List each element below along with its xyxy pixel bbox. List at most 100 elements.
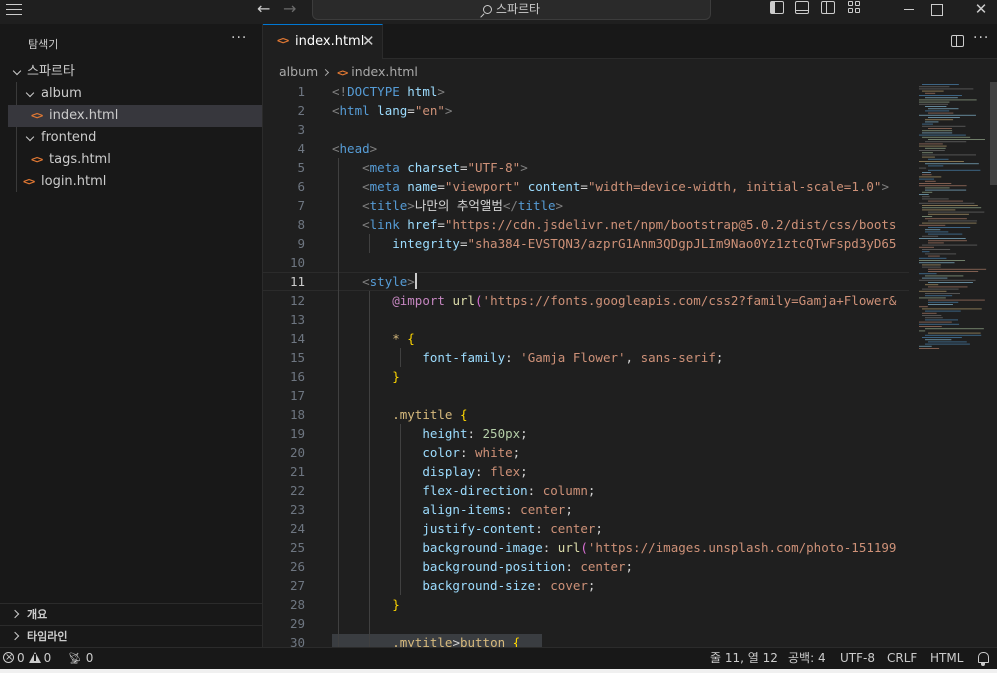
- tab-index-html[interactable]: <> index.html ✕: [263, 24, 383, 59]
- minimap-line: [922, 312, 937, 314]
- language-mode[interactable]: HTML: [930, 648, 963, 669]
- breadcrumb-file[interactable]: index.html: [351, 64, 418, 79]
- minimap-line: [922, 130, 953, 132]
- minimap-line: [919, 161, 964, 162]
- tree-label: tags.html: [49, 152, 111, 167]
- breadcrumb-folder[interactable]: album: [279, 64, 318, 79]
- breadcrumb: album <> index.html: [279, 63, 418, 81]
- tree-folder-root[interactable]: 스파르타: [0, 61, 262, 83]
- tab-label: index.html: [295, 34, 365, 49]
- arrow-left-icon[interactable]: ←: [257, 0, 270, 18]
- minimap-line: [919, 306, 928, 308]
- minimap-line: [928, 117, 960, 118]
- explorer-sidebar: 탐색기 ··· 스파르타 album <> index.html fronten…: [0, 24, 263, 647]
- tree-file-login-html[interactable]: <> login.html: [0, 171, 262, 193]
- minimap-line: [925, 180, 936, 182]
- minimap-line: [925, 328, 984, 330]
- vertical-scrollbar[interactable]: [990, 82, 997, 185]
- cursor-position[interactable]: 줄 11, 열 12: [710, 648, 778, 669]
- arrow-right-icon[interactable]: →: [283, 0, 296, 18]
- line-number: 6: [297, 179, 305, 194]
- toggle-panel-icon[interactable]: [795, 1, 809, 14]
- minimap-line: [925, 110, 950, 112]
- error-count: 0: [17, 651, 25, 665]
- line-number: 23: [289, 502, 305, 517]
- minimap-line: [928, 227, 971, 228]
- outline-section-header[interactable]: 개요: [0, 603, 262, 625]
- minimap-line: [922, 277, 948, 279]
- minimap-line: [919, 345, 932, 347]
- minimap[interactable]: [909, 82, 997, 647]
- minimap-line: [925, 231, 949, 233]
- line-number: 13: [289, 312, 305, 327]
- code-line: <meta name="viewport" content="width=dev…: [362, 179, 889, 194]
- tree-label: frontend: [41, 130, 97, 145]
- code-line: <style>: [362, 273, 417, 289]
- maximize-button[interactable]: [913, 0, 959, 20]
- code-line: }: [392, 369, 400, 384]
- notifications-bell-icon[interactable]: [978, 652, 989, 666]
- tree-file-index-html[interactable]: <> index.html: [8, 105, 262, 127]
- minimap-line: [922, 251, 930, 253]
- problems-indicator[interactable]: 00: [3, 647, 52, 669]
- sidebar-title: 탐색기: [28, 38, 59, 51]
- minimap-line: [922, 266, 941, 268]
- minimap-line: [919, 348, 940, 349]
- warning-icon: [28, 652, 41, 663]
- toggle-primary-sidebar-icon[interactable]: [770, 1, 784, 14]
- line-ending[interactable]: CRLF: [887, 648, 917, 669]
- minimap-line: [922, 315, 942, 316]
- search-icon: [482, 5, 492, 14]
- minimap-line: [925, 253, 957, 255]
- minimap-line: [919, 178, 935, 180]
- line-number: 17: [289, 388, 305, 403]
- minimap-line: [928, 220, 978, 222]
- html-file-icon: <>: [337, 68, 348, 79]
- tree-file-tags-html[interactable]: <> tags.html: [0, 149, 262, 171]
- toggle-secondary-sidebar-icon[interactable]: [821, 1, 835, 14]
- tree-folder-frontend[interactable]: frontend: [0, 127, 262, 149]
- code-line: height: 250px;: [422, 426, 528, 441]
- code-line: }: [392, 597, 400, 612]
- line-number: 5: [297, 160, 305, 175]
- split-editor-icon[interactable]: [951, 35, 964, 47]
- minimap-line: [922, 152, 933, 154]
- html-file-icon: <>: [31, 153, 43, 166]
- minimap-line: [919, 202, 975, 204]
- minimap-line: [928, 282, 973, 283]
- minimap-line: [919, 238, 966, 239]
- minimap-line: [925, 92, 936, 94]
- close-window-button[interactable]: ✕: [958, 0, 997, 20]
- minimap-line: [922, 154, 976, 156]
- minimap-line: [925, 119, 954, 121]
- code-editor[interactable]: 1 2 3 4 5 6 7 8 9 10 11 12 13 14 15 16 17 18 19 20 21 22 23 24 2…: [263, 82, 909, 647]
- minimap-line: [928, 271, 979, 272]
- customize-layout-icon[interactable]: [848, 1, 862, 14]
- encoding[interactable]: UTF-8: [840, 648, 875, 669]
- timeline-section-header[interactable]: 타임라인: [0, 625, 262, 647]
- minimap-line: [919, 101, 950, 103]
- line-number: 22: [289, 483, 305, 498]
- minimap-line: [919, 99, 977, 101]
- more-actions-icon[interactable]: ···: [973, 30, 989, 46]
- minimap-line: [925, 189, 967, 191]
- code-line: color: white;: [422, 445, 521, 460]
- command-center-search[interactable]: 스파르타: [312, 0, 711, 20]
- minimap-line: [922, 308, 982, 310]
- minimap-line: [919, 95, 962, 96]
- tree-folder-album[interactable]: album: [0, 83, 262, 105]
- ports-indicator[interactable]: 📡︎ 0: [68, 648, 93, 669]
- code-line: * {: [392, 331, 415, 346]
- indentation[interactable]: 공백: 4: [788, 648, 826, 669]
- broadcast-icon: 📡︎: [68, 652, 82, 665]
- minimap-line: [928, 158, 949, 160]
- line-number: 11: [289, 274, 305, 289]
- minimap-line: [925, 343, 970, 345]
- minimap-line: [928, 255, 940, 257]
- close-icon[interactable]: ✕: [362, 32, 375, 50]
- warning-count: 0: [43, 651, 52, 665]
- minimap-line: [919, 103, 949, 105]
- more-actions-icon[interactable]: ···: [231, 30, 247, 46]
- minimap-line: [919, 260, 966, 261]
- hamburger-menu-icon[interactable]: [6, 4, 22, 16]
